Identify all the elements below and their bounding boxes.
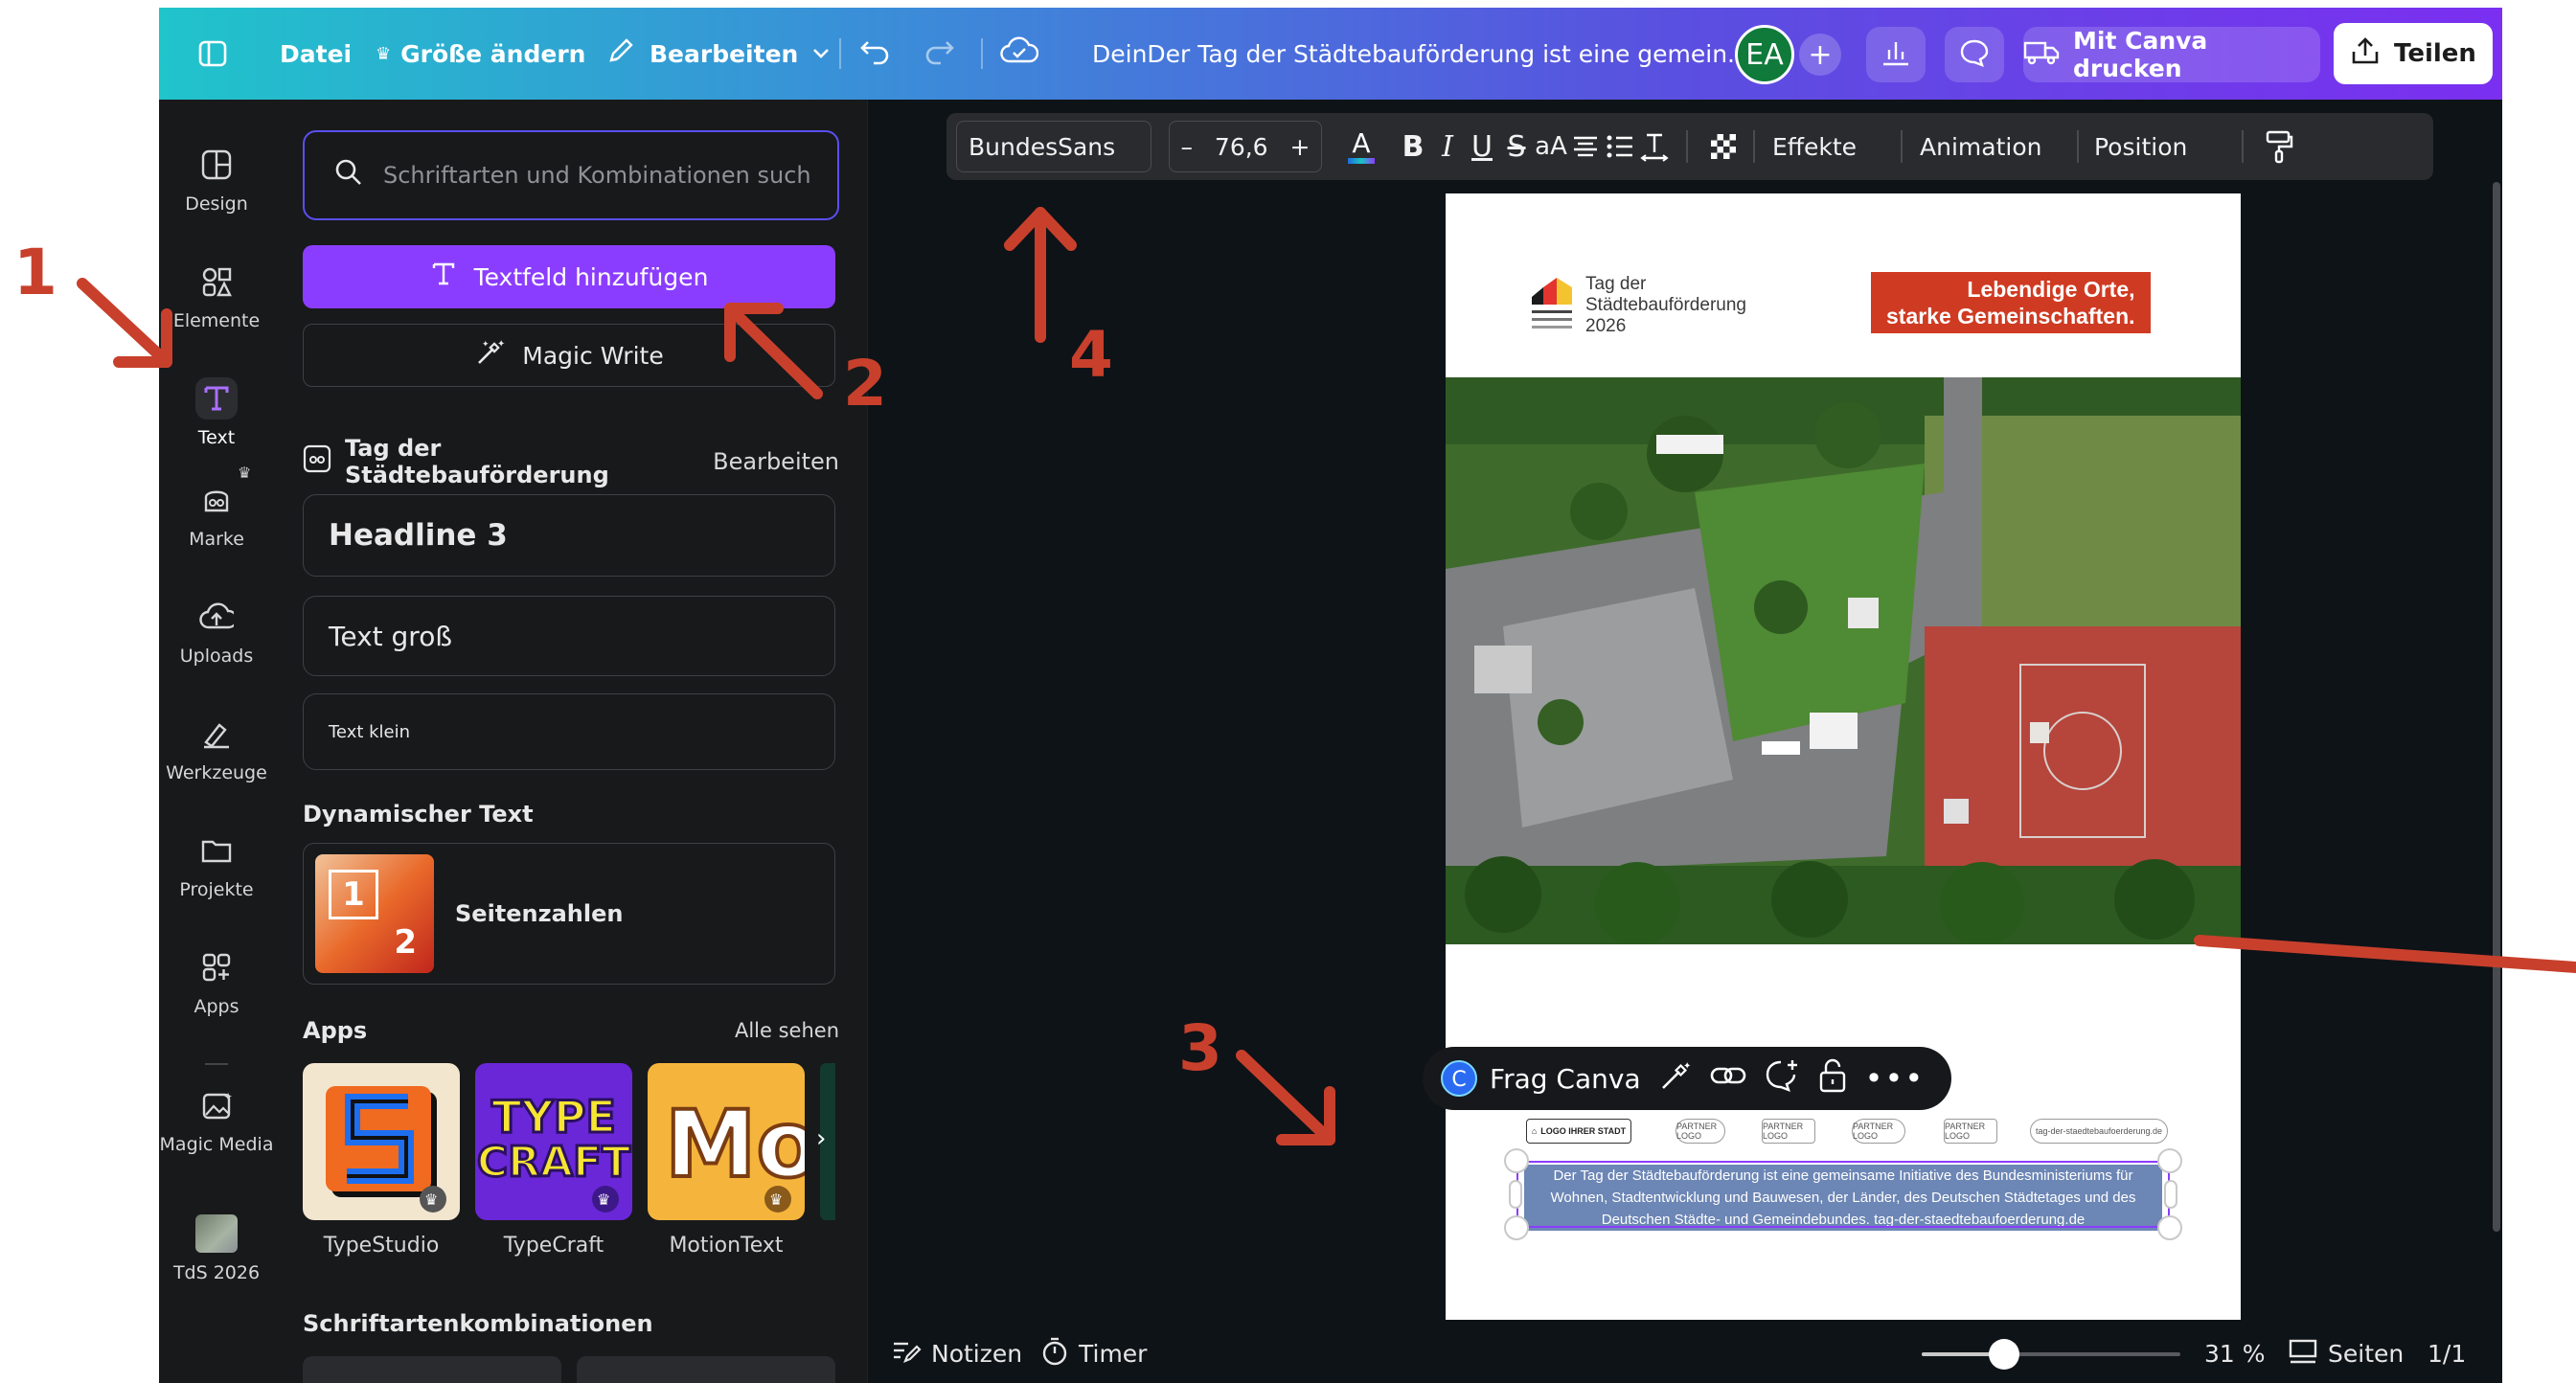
annotation-arrow-5 [2194,935,2576,973]
annotation-arrow-2 [724,303,823,399]
annotation-number-4: 4 [1069,318,1113,392]
annotation-arrow-1 [77,278,172,368]
annotation-number-3: 3 [1178,1011,1222,1085]
annotation-arrow-3 [1236,1050,1335,1145]
annotation-overlay [77,207,2576,1145]
annotation-number-1: 1 [13,236,57,309]
annotation-number-2: 2 [843,347,887,420]
